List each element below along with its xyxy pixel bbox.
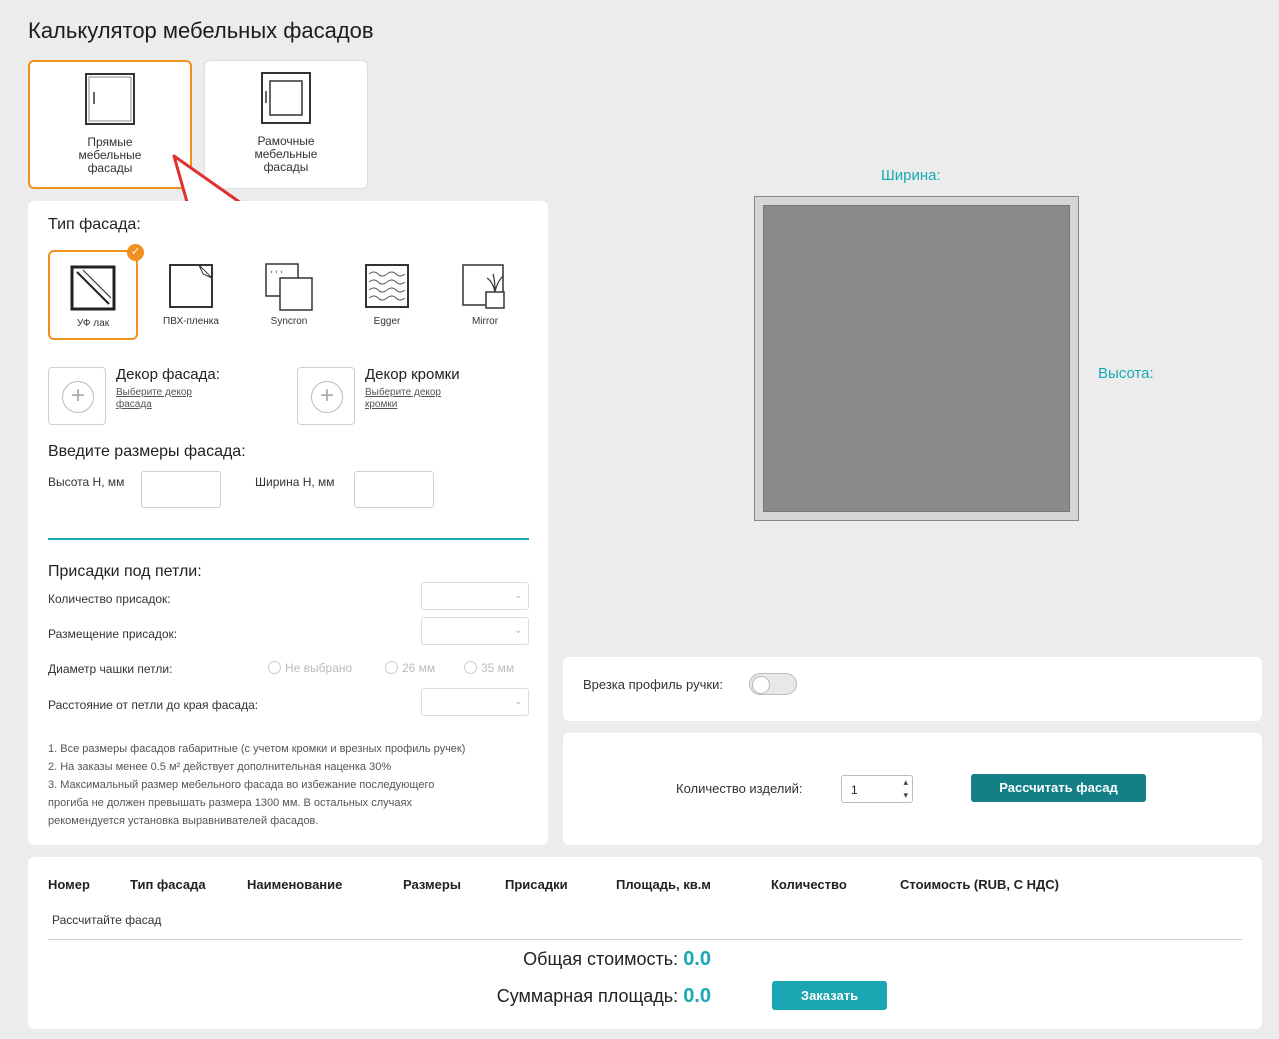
radio-icon <box>268 661 281 674</box>
kind-card-label: Прямые мебельные фасады <box>78 135 142 175</box>
type-label: УФ лак <box>76 318 110 329</box>
note-line: рекомендуется установка выравнивателей ф… <box>48 815 319 827</box>
table-header: Номер <box>48 877 90 892</box>
total-cost-label: Общая стоимость: <box>523 949 679 969</box>
type-syncron[interactable]: ‹ ‹ ‹ Syncron <box>244 250 334 340</box>
cup-diameter-label: Диаметр чашки петли: <box>48 662 173 676</box>
preview-height-label: Высота: <box>1098 365 1154 382</box>
radio-icon <box>464 661 477 674</box>
hinge-placement-select[interactable]: ⌄ <box>421 617 529 645</box>
type-label: Syncron <box>270 316 308 327</box>
facade-preview-panel <box>763 205 1070 512</box>
selected-check-icon: ✓ <box>127 244 144 261</box>
table-empty-text: Рассчитайте фасад <box>52 913 162 927</box>
facade-preview <box>754 196 1079 521</box>
total-cost: Общая стоимость: 0.0 <box>380 948 711 971</box>
quantity-value: 1 <box>851 783 858 797</box>
plus-icon: + <box>311 381 343 413</box>
note-line: 2. На заказы менее 0.5 м² действует допо… <box>48 761 392 773</box>
type-pvc-film[interactable]: ПВХ-пленка <box>146 250 236 340</box>
type-label: Egger <box>373 316 401 327</box>
edge-decor-link[interactable]: Выберите декор кромки <box>365 387 465 411</box>
edge-decor-picker[interactable]: + <box>297 367 355 425</box>
svg-text:‹ ‹ ‹: ‹ ‹ ‹ <box>270 268 283 276</box>
hinge-distance-select[interactable]: ⌄ <box>421 688 529 716</box>
table-header: Наименование <box>247 877 343 892</box>
facade-decor-picker[interactable]: + <box>48 367 106 425</box>
type-label: Mirror <box>471 316 499 327</box>
table-header: Тип фасада <box>130 877 206 892</box>
type-mirror[interactable]: Mirror <box>440 250 530 340</box>
quantity-stepper[interactable]: 1 ▴ ▾ <box>841 775 913 803</box>
kind-card-straight[interactable]: Прямые мебельные фасады <box>28 60 192 189</box>
radio-label: Не выбрано <box>285 661 353 675</box>
handle-toggle[interactable] <box>749 673 797 695</box>
order-button[interactable]: Заказать <box>772 981 887 1010</box>
table-header: Стоимость (RUB, С НДС) <box>900 877 1060 892</box>
hinge-count-label: Количество присадок: <box>48 592 171 606</box>
table-header: Количество <box>771 877 847 892</box>
cup-radio-35[interactable]: 35 мм <box>464 661 514 675</box>
syncron-icon: ‹ ‹ ‹ <box>265 263 313 311</box>
height-label: Высота Н, мм <box>48 475 125 489</box>
frame-facade-icon <box>261 72 311 124</box>
mirror-icon <box>462 264 505 309</box>
uv-lacquer-icon <box>70 265 116 311</box>
radio-label: 35 мм <box>481 661 515 675</box>
calculate-button[interactable]: Рассчитать фасад <box>971 774 1146 802</box>
straight-facade-icon <box>85 73 135 125</box>
chevron-down-icon: ⌄ <box>514 590 522 600</box>
hinge-distance-label: Расстояние от петли до края фасада: <box>48 698 259 712</box>
note-line: 3. Максимальный размер мебельного фасада… <box>48 779 435 791</box>
hinge-placement-label: Размещение присадок: <box>48 627 178 641</box>
cup-radio-26[interactable]: 26 мм <box>385 661 435 675</box>
table-header: Присадки <box>505 877 568 892</box>
table-header: Размеры <box>403 877 461 892</box>
type-egger[interactable]: Egger <box>342 250 432 340</box>
egger-icon <box>365 264 409 308</box>
total-area: Суммарная площадь: 0.0 <box>380 985 711 1008</box>
total-cost-value: 0.0 <box>683 948 711 970</box>
plus-icon: + <box>62 381 94 413</box>
total-area-label: Суммарная площадь: <box>496 986 679 1006</box>
pvc-film-icon <box>169 264 213 308</box>
type-label: ПВХ-пленка <box>163 316 219 327</box>
table-divider <box>48 939 1242 940</box>
chevron-down-icon: ⌄ <box>514 696 522 706</box>
width-input[interactable] <box>354 471 434 508</box>
section-divider <box>48 538 529 540</box>
facade-decor-title: Декор фасада: <box>116 366 220 383</box>
handle-label: Врезка профиль ручки: <box>583 677 723 692</box>
radio-icon <box>385 661 398 674</box>
stepper-arrows-icon[interactable]: ▴ ▾ <box>903 776 908 802</box>
hinges-title: Присадки под петли: <box>48 563 202 580</box>
note-line: 1. Все размеры фасадов габаритные (с уче… <box>48 743 466 755</box>
height-input[interactable] <box>141 471 221 508</box>
note-line: прогиба не должен превышать размера 1300… <box>48 797 412 809</box>
preview-width-label: Ширина: <box>881 167 941 184</box>
total-area-value: 0.0 <box>683 985 711 1007</box>
page-title: Калькулятор мебельных фасадов <box>28 18 374 43</box>
facade-type-title: Тип фасада: <box>48 216 141 233</box>
facade-decor-link[interactable]: Выберите декор фасада <box>116 387 216 411</box>
edge-decor-title: Декор кромки <box>365 366 460 383</box>
quantity-label: Количество изделий: <box>676 781 803 796</box>
width-label: Ширина Н, мм <box>255 475 335 489</box>
table-header: Площадь, кв.м <box>616 877 711 892</box>
chevron-down-icon: ⌄ <box>514 625 522 635</box>
toggle-knob <box>752 676 770 694</box>
cup-radio-none[interactable]: Не выбрано <box>268 661 352 675</box>
radio-label: 26 мм <box>402 661 436 675</box>
type-uv-lacquer[interactable]: УФ лак ✓ <box>48 244 144 340</box>
notes: 1. Все размеры фасадов габаритные (с уче… <box>48 740 538 830</box>
sizes-title: Введите размеры фасада: <box>48 443 246 460</box>
hinge-count-select[interactable]: ⌄ <box>421 582 529 610</box>
